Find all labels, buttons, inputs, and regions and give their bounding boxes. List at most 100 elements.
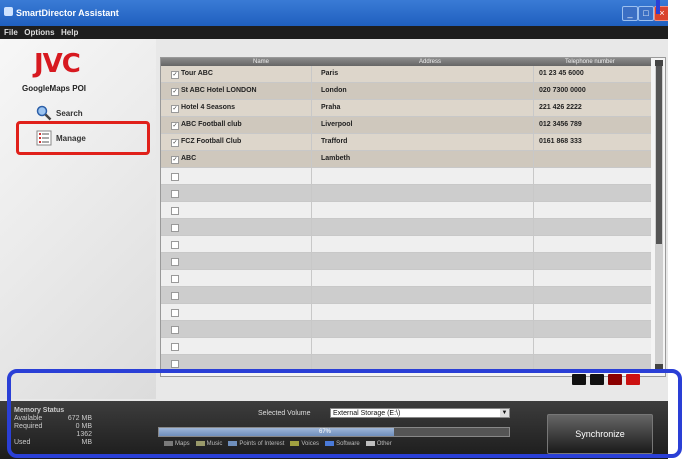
product-name: GoogleMaps POI bbox=[22, 84, 87, 93]
magnifier-icon bbox=[36, 105, 52, 121]
manage-highlight-box bbox=[16, 121, 150, 155]
table-row[interactable] bbox=[161, 253, 651, 270]
table-row[interactable] bbox=[161, 287, 651, 304]
row-checkbox[interactable] bbox=[171, 292, 179, 300]
row-checkbox[interactable]: ✓ bbox=[171, 122, 179, 130]
row-checkbox[interactable] bbox=[171, 343, 179, 351]
column-divider bbox=[311, 338, 312, 354]
status-panel-highlight-box bbox=[7, 369, 682, 458]
row-address: Trafford bbox=[321, 138, 348, 145]
column-header-name[interactable]: Name bbox=[253, 58, 269, 66]
row-checkbox[interactable] bbox=[171, 207, 179, 215]
column-divider bbox=[533, 253, 534, 269]
table-row[interactable] bbox=[161, 338, 651, 355]
minimize-icon[interactable]: _ bbox=[622, 6, 638, 21]
column-divider bbox=[533, 270, 534, 286]
column-divider bbox=[533, 202, 534, 218]
row-telephone: 012 3456 789 bbox=[539, 121, 582, 128]
row-address: Paris bbox=[321, 70, 339, 77]
row-telephone: 0161 868 333 bbox=[539, 138, 582, 145]
row-address: London bbox=[321, 87, 347, 94]
row-checkbox[interactable] bbox=[171, 326, 179, 334]
column-divider bbox=[311, 270, 312, 286]
row-checkbox[interactable] bbox=[171, 241, 179, 249]
row-checkbox[interactable] bbox=[171, 258, 179, 266]
column-divider bbox=[311, 151, 312, 167]
row-checkbox[interactable]: ✓ bbox=[171, 71, 179, 79]
row-checkbox[interactable] bbox=[171, 173, 179, 181]
column-divider bbox=[533, 304, 534, 320]
column-divider bbox=[533, 219, 534, 235]
column-divider bbox=[533, 338, 534, 354]
row-name: Tour ABC bbox=[181, 70, 213, 77]
scrollbar-thumb[interactable] bbox=[656, 66, 662, 244]
table-row[interactable]: ✓ FCZ Football Club Trafford 0161 868 333 bbox=[161, 134, 651, 151]
row-checkbox[interactable]: ✓ bbox=[171, 88, 179, 96]
column-divider bbox=[533, 134, 534, 150]
window-title: SmartDirector Assistant bbox=[16, 8, 119, 18]
column-divider bbox=[533, 83, 534, 99]
column-divider bbox=[311, 83, 312, 99]
column-divider bbox=[311, 304, 312, 320]
table-row[interactable]: ✓ St ABC Hotel LONDON London 020 7300 0000 bbox=[161, 83, 651, 100]
column-divider bbox=[533, 66, 534, 82]
maximize-icon[interactable]: □ bbox=[638, 6, 654, 21]
table-row[interactable]: ✓ ABC Lambeth bbox=[161, 151, 651, 168]
column-divider bbox=[533, 236, 534, 252]
table-row[interactable]: ✓ ABC Football club Liverpool 012 3456 789 bbox=[161, 117, 651, 134]
menu-help[interactable]: Help bbox=[61, 26, 78, 39]
column-divider bbox=[533, 100, 534, 116]
table-row[interactable]: ✓ Tour ABC Paris 01 23 45 6000 bbox=[161, 66, 651, 83]
sidebar-item-label: Search bbox=[56, 109, 83, 118]
row-address: Lambeth bbox=[321, 155, 351, 162]
table-row[interactable] bbox=[161, 219, 651, 236]
row-checkbox[interactable] bbox=[171, 275, 179, 283]
poi-table: Name Address Telephone number ✓ Tour ABC P… bbox=[160, 57, 666, 377]
title-bar[interactable]: SmartDirector Assistant _ □ × bbox=[0, 0, 668, 26]
row-checkbox[interactable]: ✓ bbox=[171, 139, 179, 147]
column-divider bbox=[311, 219, 312, 235]
column-divider bbox=[533, 168, 534, 184]
column-divider bbox=[533, 185, 534, 201]
row-checkbox[interactable]: ✓ bbox=[171, 156, 179, 164]
table-row[interactable] bbox=[161, 270, 651, 287]
jvc-logo: JVC bbox=[34, 49, 81, 79]
highlight-marker bbox=[656, 0, 660, 14]
sidebar: JVC GoogleMaps POI Search Manage bbox=[0, 39, 156, 399]
table-row[interactable] bbox=[161, 321, 651, 338]
table-row[interactable] bbox=[161, 185, 651, 202]
column-divider bbox=[533, 321, 534, 337]
row-checkbox[interactable] bbox=[171, 224, 179, 232]
menu-file[interactable]: File bbox=[4, 26, 18, 39]
row-checkbox[interactable] bbox=[171, 190, 179, 198]
column-divider bbox=[533, 287, 534, 303]
table-scrollbar[interactable] bbox=[655, 60, 663, 370]
row-checkbox[interactable] bbox=[171, 309, 179, 317]
column-divider bbox=[311, 168, 312, 184]
row-address: Praha bbox=[321, 104, 341, 111]
column-divider bbox=[533, 151, 534, 167]
table-row[interactable] bbox=[161, 168, 651, 185]
column-header-address[interactable]: Address bbox=[419, 58, 441, 66]
row-telephone: 020 7300 0000 bbox=[539, 87, 586, 94]
menu-options[interactable]: Options bbox=[24, 26, 54, 39]
column-divider bbox=[311, 117, 312, 133]
column-header-telephone[interactable]: Telephone number bbox=[565, 58, 615, 66]
row-name: ABC Football club bbox=[181, 121, 242, 128]
menu-bar: File Options Help bbox=[0, 26, 668, 39]
column-divider bbox=[311, 287, 312, 303]
row-checkbox[interactable]: ✓ bbox=[171, 105, 179, 113]
row-telephone: 01 23 45 6000 bbox=[539, 70, 584, 77]
column-divider bbox=[311, 134, 312, 150]
row-name: FCZ Football Club bbox=[181, 138, 242, 145]
row-checkbox[interactable] bbox=[171, 360, 179, 368]
row-name: Hotel 4 Seasons bbox=[181, 104, 236, 111]
table-row[interactable] bbox=[161, 304, 651, 321]
app-icon bbox=[4, 7, 13, 16]
column-divider bbox=[311, 100, 312, 116]
table-row[interactable]: ✓ Hotel 4 Seasons Praha 221 426 2222 bbox=[161, 100, 651, 117]
table-row[interactable] bbox=[161, 202, 651, 219]
row-name: St ABC Hotel LONDON bbox=[181, 87, 257, 94]
column-divider bbox=[311, 236, 312, 252]
table-row[interactable] bbox=[161, 236, 651, 253]
